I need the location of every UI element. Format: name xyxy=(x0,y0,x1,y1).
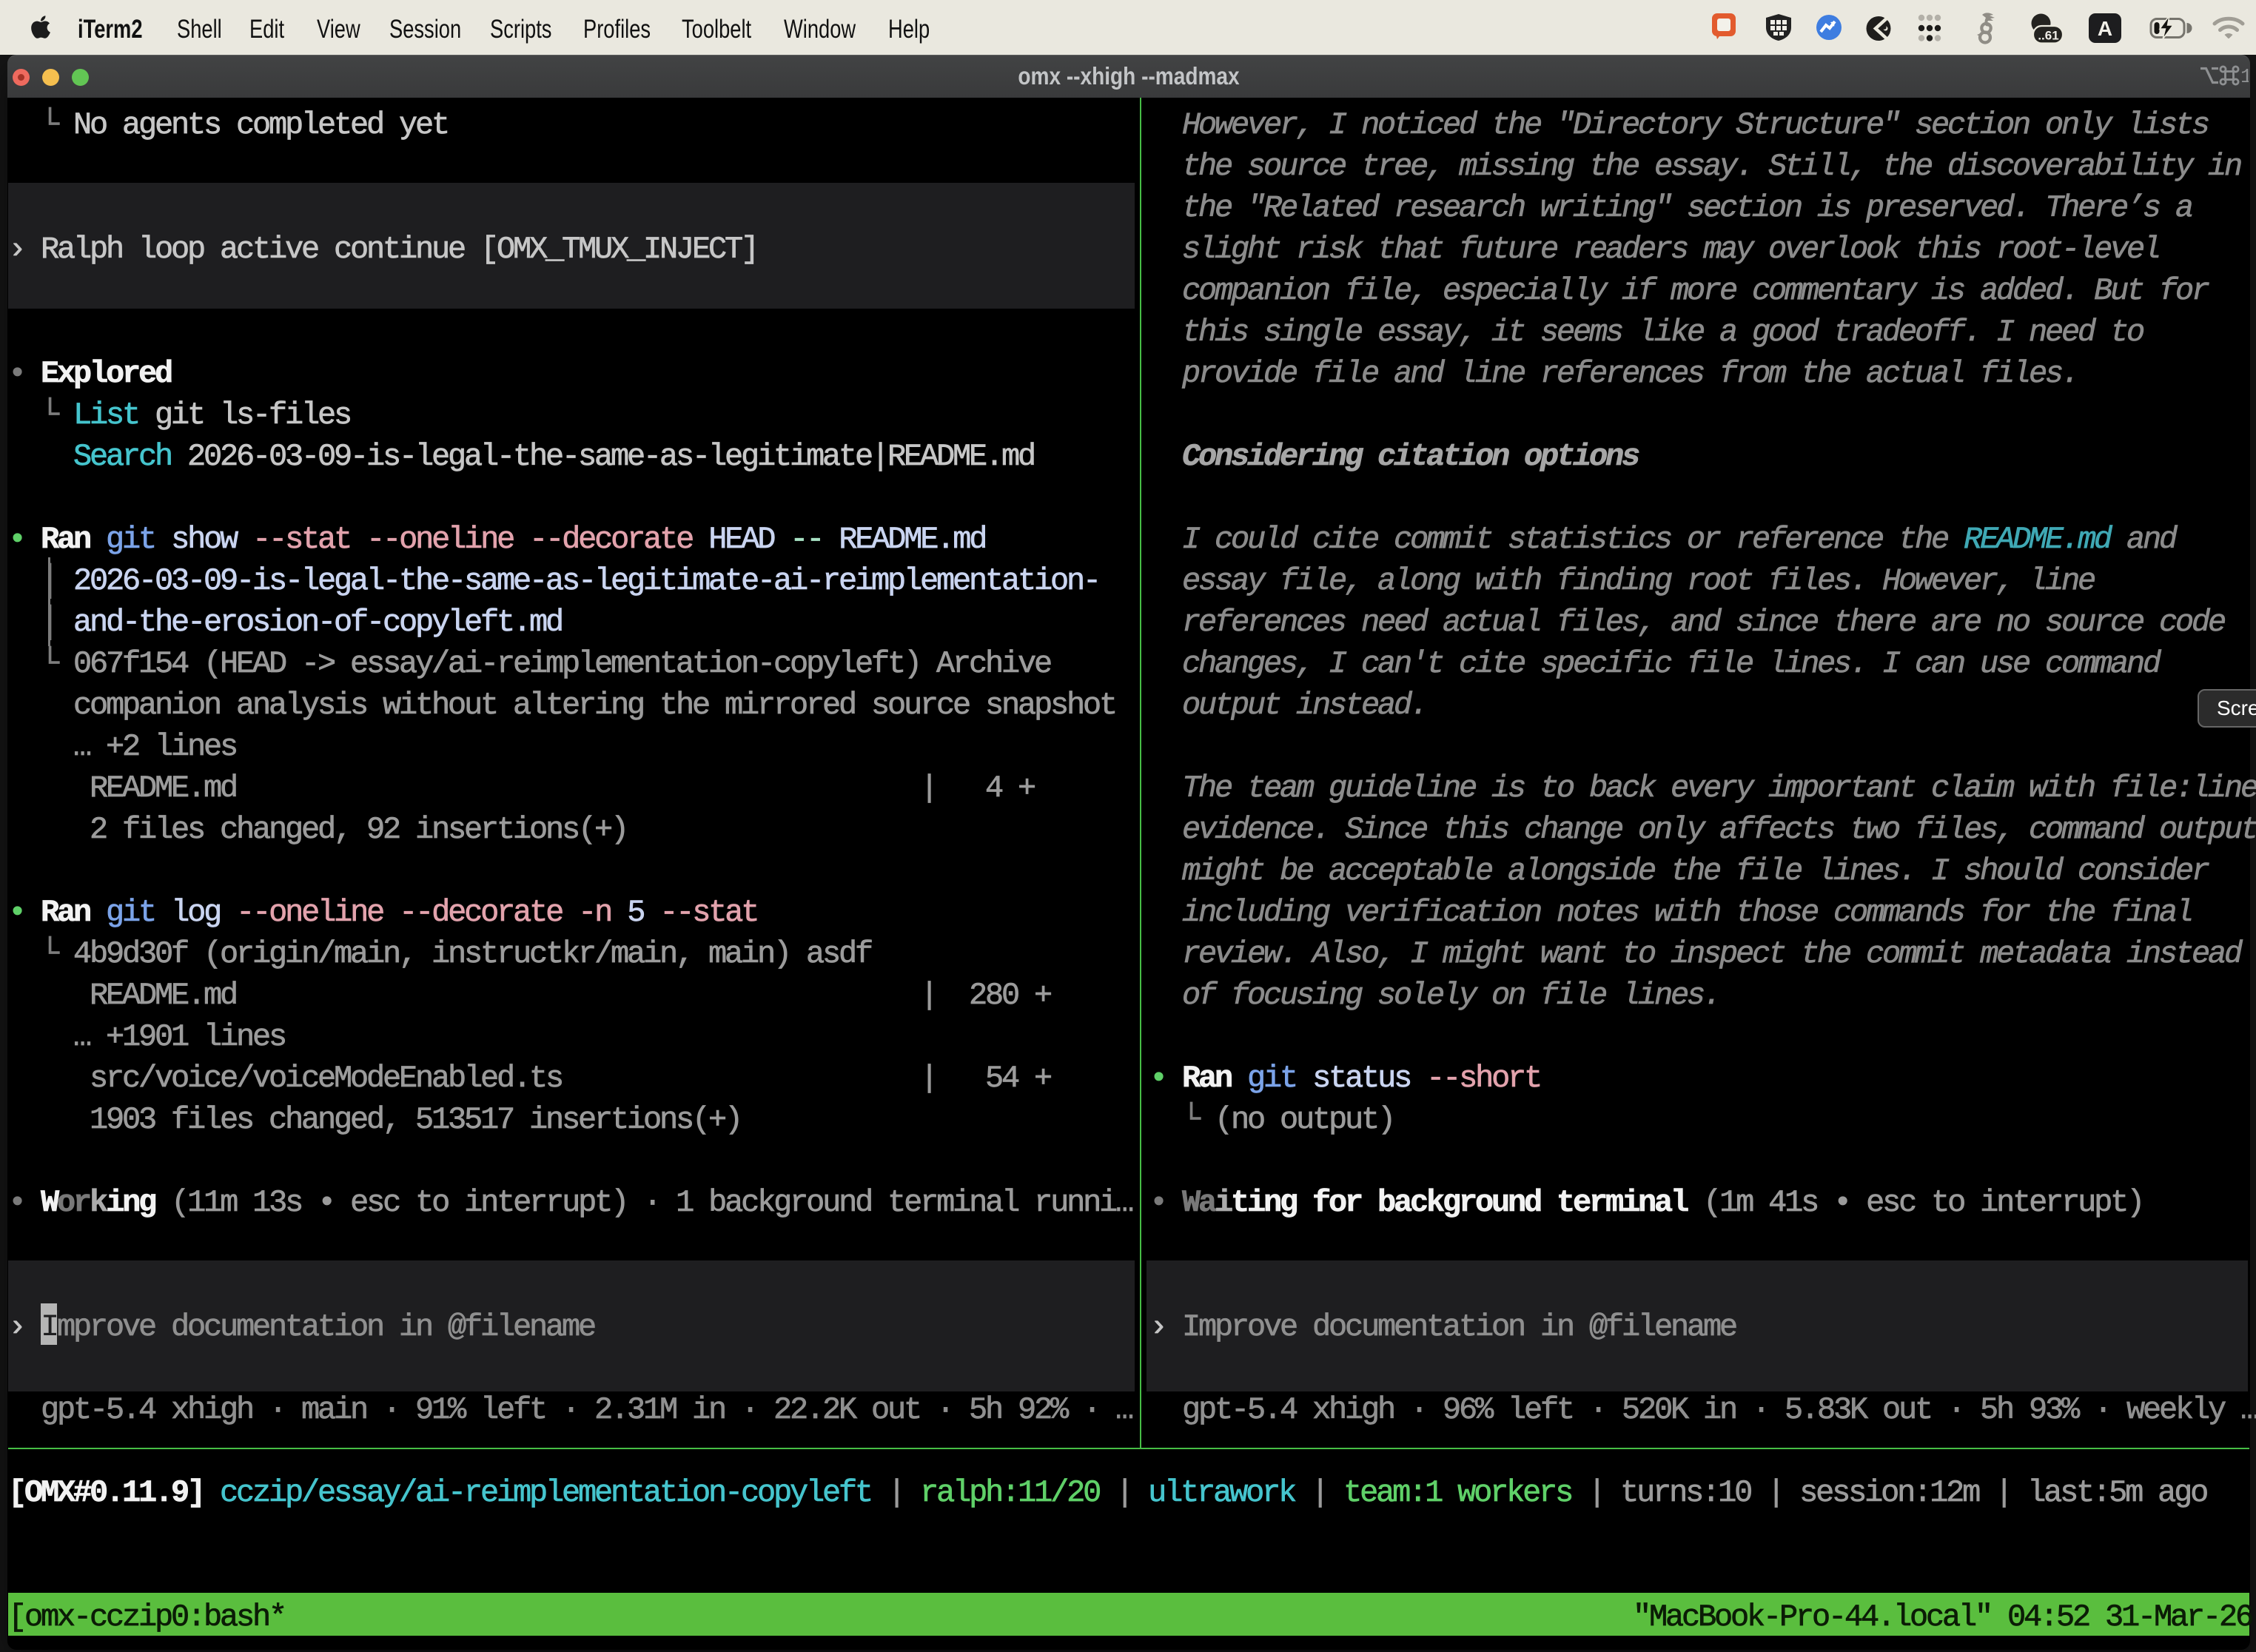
svg-text:..61: ..61 xyxy=(2038,29,2058,43)
svg-text:1: 1 xyxy=(2240,67,2249,86)
svg-text:A: A xyxy=(2098,17,2112,40)
